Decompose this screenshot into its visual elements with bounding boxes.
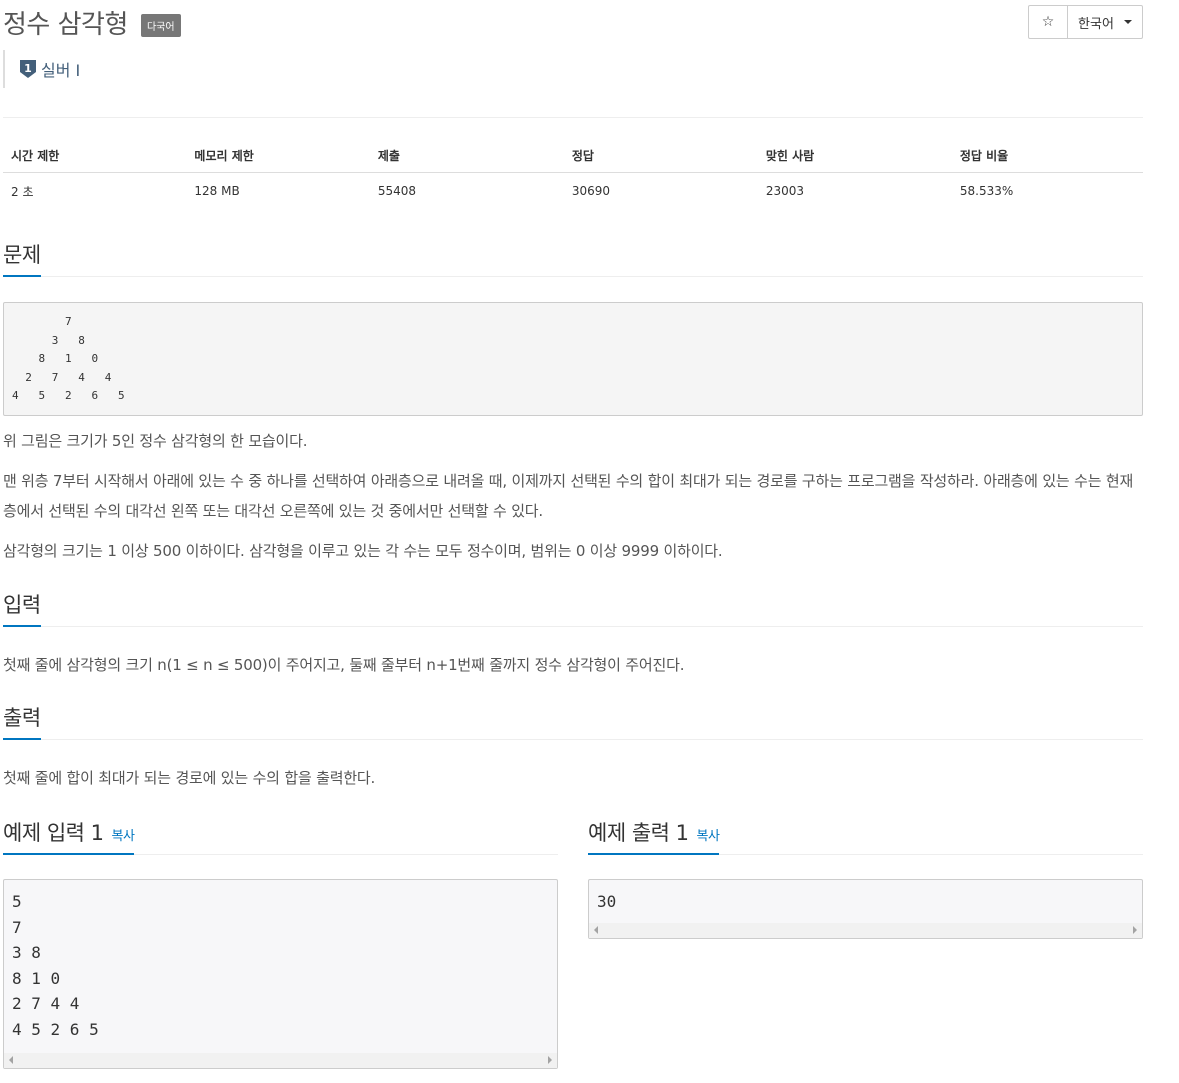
value-solved-users[interactable]: 23003 <box>758 184 952 198</box>
input-heading: 입력 <box>3 589 41 627</box>
tier-info: 1 실버 I <box>3 50 80 88</box>
problem-info-table: 시간 제한 메모리 제한 제출 정답 맞힌 사람 정답 비율 2 초 128 M… <box>3 138 1143 209</box>
value-accepted[interactable]: 30690 <box>564 184 758 198</box>
header-memory-limit: 메모리 제한 <box>194 148 254 163</box>
info-value-row: 2 초 128 MB 55408 30690 23003 58.533% <box>3 173 1143 209</box>
problem-paragraph-1: 위 그림은 크기가 5인 정수 삼각형의 한 모습이다. <box>3 432 308 450</box>
input-description: 첫째 줄에 삼각형의 크기 n(1 ≤ n ≤ 500)이 주어지고, 둘째 줄… <box>3 656 685 674</box>
header-accept-ratio: 정답 비율 <box>959 148 1009 163</box>
problem-heading: 문제 <box>3 239 41 277</box>
problem-paragraph-2: 맨 위층 7부터 시작해서 아래에 있는 수 중 하나를 선택하여 아래층으로 … <box>3 472 1134 520</box>
title-row: 정수 삼각형 다국어 <box>3 4 181 44</box>
sample-output-heading: 예제 출력 1 복사 <box>588 817 720 855</box>
problem-paragraph-3: 삼각형의 크기는 1 이상 500 이하이다. 삼각형을 이루고 있는 각 수는… <box>3 542 723 560</box>
scroll-right-arrow-icon[interactable] <box>548 1056 552 1064</box>
tier-label: 실버 I <box>41 61 81 80</box>
sample-input-title: 예제 입력 1 <box>3 821 104 845</box>
scroll-left-arrow-icon[interactable] <box>9 1056 13 1064</box>
value-submissions[interactable]: 55408 <box>370 184 564 198</box>
sample-output-header: 예제 출력 1 복사 <box>588 818 1143 855</box>
problem-toolbar: ☆ 한국어 <box>1028 5 1143 39</box>
value-accept-ratio: 58.533% <box>959 184 1014 198</box>
info-header-row: 시간 제한 메모리 제한 제출 정답 맞힌 사람 정답 비율 <box>3 138 1143 173</box>
scroll-left-arrow-icon[interactable] <box>594 926 598 934</box>
sample-output-scrollbar[interactable] <box>589 923 1142 938</box>
output-section-header: 출력 <box>3 703 1143 740</box>
value-memory-limit: 128 MB <box>194 184 240 198</box>
tier-number: 1 <box>24 62 32 75</box>
sample-input-header: 예제 입력 1 복사 <box>3 818 558 855</box>
sample-output-copy-button[interactable]: 복사 <box>697 829 720 844</box>
header-accepted: 정답 <box>571 148 594 163</box>
divider <box>3 117 1143 118</box>
header-solved-users: 맞힌 사람 <box>765 148 815 163</box>
output-heading: 출력 <box>3 702 41 740</box>
triangle-figure: 7 3 8 8 1 0 2 7 4 4 4 5 2 6 5 <box>3 302 1143 416</box>
language-dropdown[interactable]: 한국어 <box>1068 6 1142 38</box>
sample-input-box: 5 7 3 8 8 1 0 2 7 4 4 4 5 2 6 5 <box>3 879 558 1069</box>
sample-input-content: 5 7 3 8 8 1 0 2 7 4 4 4 5 2 6 5 <box>12 892 99 1039</box>
header-time-limit: 시간 제한 <box>11 148 60 163</box>
caret-down-icon <box>1123 20 1132 24</box>
sample-output-title: 예제 출력 1 <box>588 821 689 845</box>
tier-badge-icon: 1 <box>19 59 37 79</box>
value-time-limit: 2 초 <box>11 184 34 199</box>
sample-input-copy-button[interactable]: 복사 <box>112 829 135 844</box>
star-icon: ☆ <box>1041 14 1055 30</box>
output-description: 첫째 줄에 합이 최대가 되는 경로에 있는 수의 합을 출력한다. <box>3 769 376 787</box>
input-section-header: 입력 <box>3 590 1143 627</box>
problem-title: 정수 삼각형 <box>3 10 128 40</box>
triangle-text: 7 3 8 8 1 0 2 7 4 4 4 5 2 6 5 <box>12 315 125 402</box>
sample-output-content: 30 <box>597 892 617 911</box>
sample-output-box: 30 <box>588 879 1143 939</box>
sample-input-scrollbar[interactable] <box>4 1053 557 1068</box>
header-submissions: 제출 <box>377 148 400 163</box>
problem-section-header: 문제 <box>3 240 1143 277</box>
multilang-badge: 다국어 <box>140 14 181 37</box>
favorite-button[interactable]: ☆ <box>1029 6 1068 38</box>
language-label: 한국어 <box>1078 16 1114 32</box>
scroll-right-arrow-icon[interactable] <box>1133 926 1137 934</box>
sample-input-heading: 예제 입력 1 복사 <box>3 817 135 855</box>
